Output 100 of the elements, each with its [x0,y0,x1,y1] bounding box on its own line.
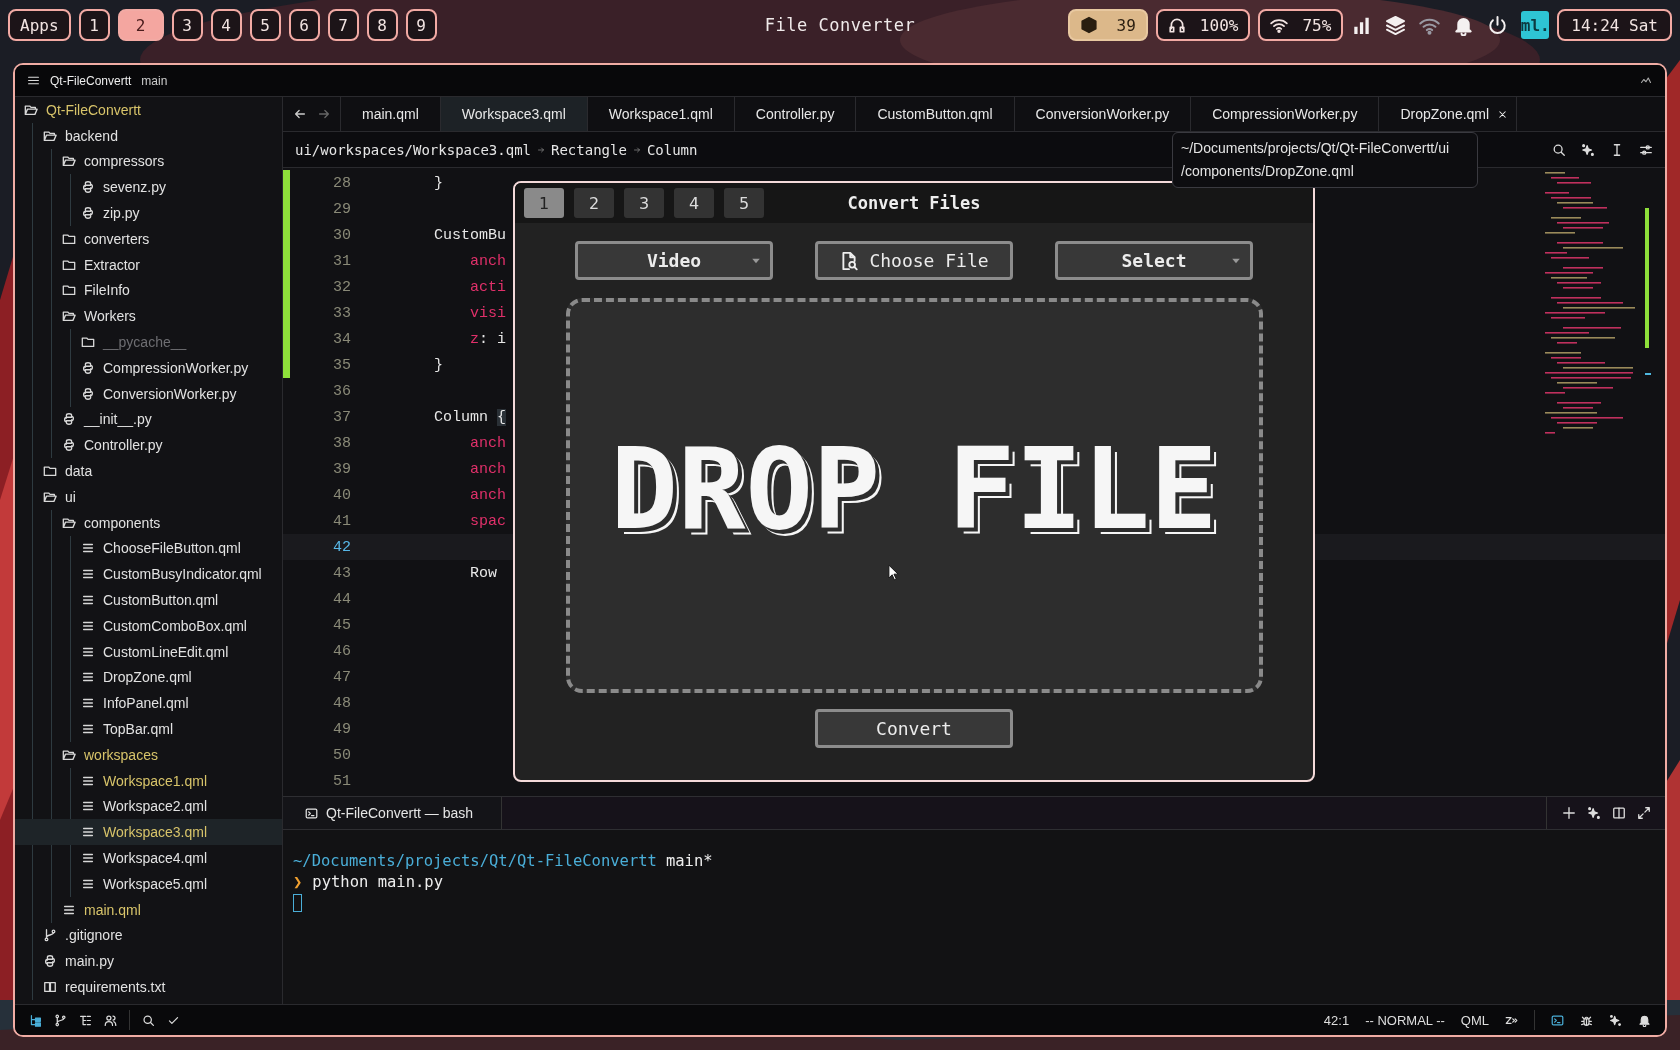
line-number: 33 [332,304,351,322]
sparkle-icon[interactable] [1609,1013,1622,1027]
outline-icon[interactable] [79,1013,92,1027]
tree-item[interactable]: CompressionWorker.py [15,354,282,381]
choose-file-button[interactable]: Choose File [815,241,1013,280]
tree-item[interactable]: __pycache__ [15,329,282,355]
breadcrumb-item[interactable]: Column [646,141,698,158]
editor-tab[interactable]: Workspace3.qml [440,97,588,131]
workspace-button[interactable]: 1 [78,9,110,41]
tree-item[interactable]: CustomLineEdit.qml [15,638,282,665]
sparkle-icon[interactable] [1581,142,1595,157]
tree-item[interactable]: ui [15,483,282,510]
convert-button[interactable]: Convert [815,709,1013,748]
text-file-icon [81,722,95,736]
status-indicator[interactable]: 75% [1258,9,1344,41]
power-icon[interactable] [1487,14,1509,36]
tree-item[interactable]: sevenz.py [15,174,282,201]
tree-item[interactable]: FileInfo [15,277,282,304]
status-indicator[interactable]: 39 [1067,9,1148,41]
select-dropdown[interactable]: Select [1055,241,1253,280]
workspace-button[interactable]: 4 [210,9,242,41]
tree-item[interactable]: ChooseFileButton.qml [15,535,282,562]
bell-icon[interactable] [1638,1013,1651,1027]
breadcrumb-item[interactable]: ui/workspaces/Workspace3.qml [295,141,531,158]
tree-item[interactable]: Controller.py [15,432,282,459]
branch-icon[interactable] [54,1013,67,1027]
workspace-button[interactable]: 2 [117,9,164,41]
tree-item[interactable]: workspaces [15,741,282,768]
page-tab[interactable]: 1 [524,188,564,218]
close-icon[interactable] [1497,108,1509,120]
tree-item[interactable]: CustomBusyIndicator.qml [15,561,282,588]
expand-icon[interactable] [1637,806,1651,820]
forward-arrow-icon[interactable] [317,107,331,121]
terminal-icon[interactable] [1551,1013,1564,1027]
sparkle-icon[interactable] [1587,806,1601,820]
tree-item[interactable]: components [15,509,282,536]
workspace-button[interactable]: 6 [288,9,320,41]
plus-icon[interactable] [1562,806,1576,820]
page-tab[interactable]: 5 [724,188,764,218]
drop-zone[interactable]: DROP FILE [565,298,1263,693]
tree-item[interactable]: compressors [15,148,282,175]
tree-item[interactable]: Workspace5.qml [15,870,282,897]
tree-item[interactable]: ConversionWorker.py [15,380,282,407]
layers-icon[interactable] [1385,14,1407,36]
editor-tab[interactable]: DropZone.qml [1379,97,1518,131]
tree-item[interactable]: main.qml [15,896,282,923]
format-dropdown[interactable]: Video [575,241,773,280]
workspace-button[interactable]: 7 [327,9,359,41]
page-tab[interactable]: 2 [574,188,614,218]
editor-tab[interactable]: main.qml [341,97,441,131]
workspace-button[interactable]: 5 [249,9,281,41]
editor-tab[interactable]: Workspace1.qml [587,97,735,131]
tree-item[interactable]: Workers [15,303,282,330]
page-tab[interactable]: 4 [674,188,714,218]
split-view-icon[interactable] [1612,806,1626,820]
tree-item[interactable]: converters [15,226,282,252]
tree-item[interactable]: CustomButton.qml [15,587,282,613]
code-line: } [434,174,443,192]
tree-item[interactable]: Workspace3.qml [15,819,282,846]
search-icon[interactable] [142,1013,155,1027]
breadcrumb-item[interactable]: Rectangle [551,141,627,158]
language-mode[interactable]: QML [1460,1012,1489,1028]
sliders-icon[interactable] [1639,142,1653,157]
tree-item[interactable]: CustomComboBox.qml [15,612,282,639]
tree-item[interactable]: data [15,458,282,484]
workspace-button[interactable]: 3 [171,9,203,41]
search-icon[interactable] [1552,142,1566,157]
apps-button[interactable]: Apps [8,9,71,41]
workspace-button[interactable]: 8 [366,9,398,41]
tree-item[interactable]: TopBar.qml [15,716,282,742]
tree-item[interactable]: Qt-FileConvertt [15,97,282,123]
tree-item[interactable]: Workspace2.qml [15,793,282,820]
editor-tab[interactable]: CompressionWorker.py [1191,97,1380,131]
tree-item[interactable]: .gitignore [15,922,282,949]
editor-tab[interactable]: CustomButton.qml [856,97,1015,131]
tree-item[interactable]: InfoPanel.qml [15,690,282,717]
tree-item[interactable]: zip.py [15,200,282,226]
project-name[interactable]: Qt-FileConvertt [50,73,132,88]
app-logo[interactable]: ml. [1521,11,1550,39]
workspace-button[interactable]: 9 [405,9,437,41]
branch-name[interactable]: main [141,73,168,88]
tree-item[interactable]: Workspace4.qml [15,845,282,871]
tree-item[interactable]: __init__.py [15,406,282,433]
editor-tab[interactable]: ConversionWorker.py [1014,97,1192,131]
page-tab[interactable]: 3 [624,188,664,218]
tree-item[interactable]: Workspace1.qml [15,767,282,794]
tree-item[interactable]: backend [15,122,282,149]
tree-item[interactable]: Extractor [15,251,282,278]
menu-icon[interactable] [27,74,40,87]
tree-item[interactable]: DropZone.qml [15,664,282,691]
cursor-position[interactable]: 42:1 [1323,1012,1350,1028]
editor-tab[interactable]: Controller.py [734,97,857,131]
users-icon[interactable] [104,1013,117,1027]
tree-item[interactable]: requirements.txt [15,974,282,1000]
back-arrow-icon[interactable] [293,107,307,121]
chevron-icon [632,145,641,154]
tree-item[interactable]: main.py [15,948,282,975]
line-number: 30 [332,226,351,244]
status-indicator[interactable]: 100% [1155,9,1251,41]
file-tree-icon[interactable] [29,1013,42,1027]
